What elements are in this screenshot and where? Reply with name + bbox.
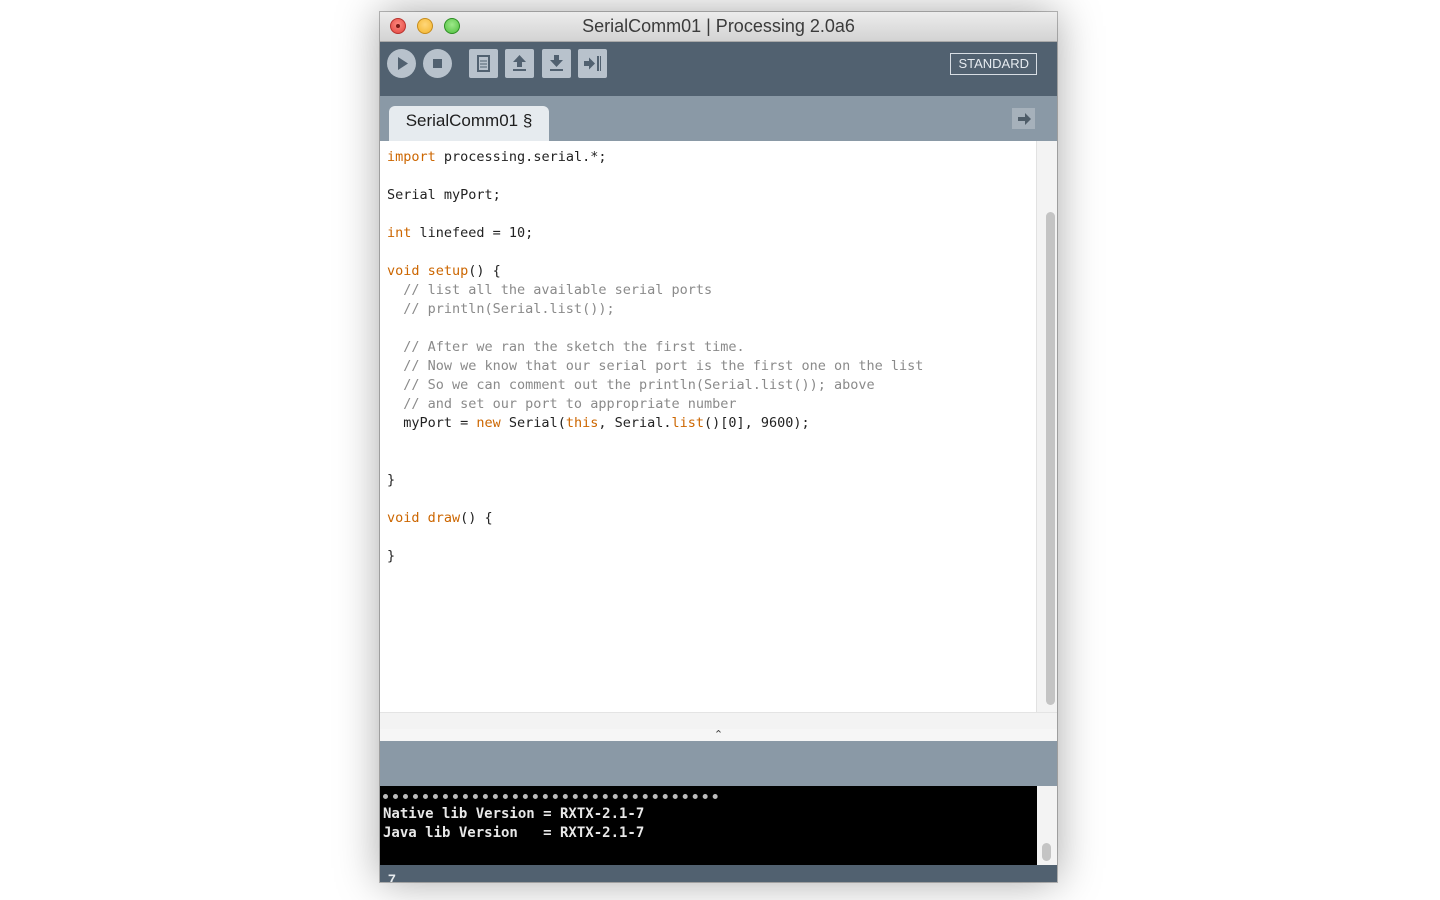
code-keyword: void: [387, 263, 420, 279]
code-line[interactable]: void setup() {: [387, 262, 923, 281]
code-token: () {: [468, 263, 501, 279]
code-comment: // list all the available serial ports: [387, 282, 713, 298]
code-keyword: void: [387, 510, 420, 526]
code-line[interactable]: // list all the available serial ports: [387, 281, 923, 300]
code-token: linefeed = 10;: [411, 225, 534, 241]
code-keyword: import: [387, 149, 436, 165]
play-icon: [398, 57, 408, 70]
code-token: }: [387, 472, 396, 488]
editor-horizontal-scrollbar[interactable]: [380, 712, 1057, 730]
console-scrollbar[interactable]: [1037, 786, 1057, 865]
console-separator: [383, 794, 718, 799]
code-comment: // After we ran the sketch the first tim…: [387, 339, 745, 355]
code-token: () {: [460, 510, 493, 526]
code-line[interactable]: [387, 452, 923, 471]
code-line[interactable]: int linefeed = 10;: [387, 224, 923, 243]
export-arrow-icon: [584, 56, 601, 71]
tab-menu-button[interactable]: [1012, 108, 1035, 129]
code-keyword: this: [565, 415, 599, 431]
stop-icon: [433, 59, 442, 68]
code-line[interactable]: [387, 205, 923, 224]
code-text[interactable]: import processing.serial.*; Serial myPort…: [387, 148, 923, 566]
code-comment: // println(Serial.list());: [387, 301, 615, 317]
save-button[interactable]: [542, 49, 571, 78]
code-comment: // So we can comment out the println(Ser…: [387, 377, 875, 393]
code-comment: // and set our port to appropriate numbe…: [387, 396, 737, 412]
code-token: , Serial.: [598, 415, 672, 431]
code-comment: // Now we know that our serial port is t…: [387, 358, 924, 374]
code-line[interactable]: }: [387, 471, 923, 490]
editor-scroll-thumb[interactable]: [1046, 212, 1055, 705]
arrow-right-icon: [1017, 112, 1031, 125]
code-token: ()[0], 9600);: [704, 415, 810, 431]
code-line[interactable]: // and set our port to appropriate numbe…: [387, 395, 923, 414]
code-line[interactable]: import processing.serial.*;: [387, 148, 923, 167]
code-line[interactable]: void draw() {: [387, 509, 923, 528]
line-number-status: 7: [380, 865, 1057, 882]
console-line: Java lib Version = RXTX-2.1-7: [383, 825, 645, 841]
open-arrow-up-icon: [513, 55, 526, 71]
code-line[interactable]: [387, 490, 923, 509]
code-keyword: setup: [427, 263, 469, 279]
code-token: Serial(: [500, 415, 566, 431]
save-arrow-down-icon: [550, 55, 563, 71]
code-keyword: new: [476, 415, 501, 431]
mode-selector[interactable]: STANDARD: [950, 53, 1037, 75]
code-line[interactable]: // So we can comment out the println(Ser…: [387, 376, 923, 395]
code-keyword: list: [671, 415, 705, 431]
code-token: myPort =: [387, 415, 477, 431]
console-scroll-thumb[interactable]: [1042, 843, 1051, 861]
run-button[interactable]: [387, 49, 416, 78]
code-line[interactable]: [387, 167, 923, 186]
code-token: }: [387, 548, 396, 564]
window-title: SerialComm01 | Processing 2.0a6: [582, 16, 855, 36]
code-line[interactable]: [387, 433, 923, 452]
export-button[interactable]: [578, 49, 607, 78]
tab-serialcomm01[interactable]: SerialComm01 §: [389, 106, 549, 141]
code-line[interactable]: Serial myPort;: [387, 186, 923, 205]
new-file-icon: [477, 55, 490, 72]
code-keyword: draw: [427, 510, 461, 526]
message-area: [380, 741, 1057, 786]
editor-scrollbar[interactable]: [1036, 141, 1057, 712]
console-line: Native lib Version = RXTX-2.1-7: [383, 806, 645, 822]
title-bar[interactable]: SerialComm01 | Processing 2.0a6: [380, 12, 1057, 42]
code-line[interactable]: [387, 528, 923, 547]
code-token: processing.serial.*;: [435, 149, 607, 165]
code-line[interactable]: myPort = new Serial(this, Serial.list()[…: [387, 414, 923, 433]
code-editor[interactable]: import processing.serial.*; Serial myPort…: [380, 141, 1057, 712]
code-line[interactable]: [387, 319, 923, 338]
processing-window: SerialComm01 | Processing 2.0a6 STANDARD…: [380, 12, 1057, 882]
console[interactable]: Native lib Version = RXTX-2.1-7 Java lib…: [380, 786, 1037, 865]
code-token: Serial myPort;: [387, 187, 501, 203]
code-keyword: int: [387, 225, 412, 241]
code-line[interactable]: }: [387, 547, 923, 566]
tab-bar: SerialComm01 §: [380, 96, 1057, 141]
open-button[interactable]: [505, 49, 534, 78]
stop-button[interactable]: [423, 49, 452, 78]
split-divider[interactable]: ⌃: [380, 729, 1057, 741]
code-line[interactable]: // After we ran the sketch the first tim…: [387, 338, 923, 357]
toolbar: STANDARD: [380, 42, 1057, 96]
code-line[interactable]: // Now we know that our serial port is t…: [387, 357, 923, 376]
code-line[interactable]: [387, 243, 923, 262]
new-button[interactable]: [469, 49, 498, 78]
code-line[interactable]: // println(Serial.list());: [387, 300, 923, 319]
